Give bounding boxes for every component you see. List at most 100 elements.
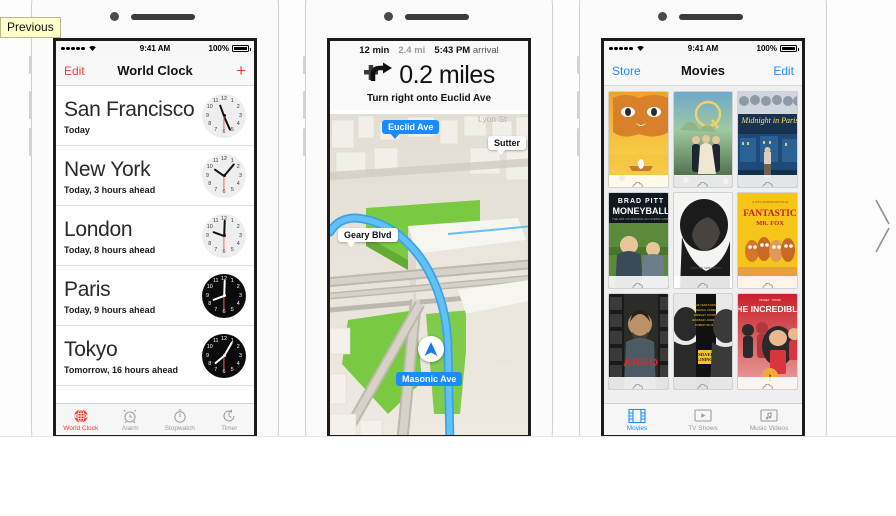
clock-numeral: 3	[239, 172, 242, 179]
navigation-arrow-icon[interactable]	[418, 336, 444, 362]
clock-city-offset: Today, 8 hours ahead	[64, 244, 156, 255]
add-clock-button[interactable]: +	[236, 62, 246, 79]
front-camera-icon	[110, 12, 119, 21]
world-clock-row[interactable]: Paris Today, 9 hours ahead 121234567891011	[56, 266, 254, 326]
store-button[interactable]: Store	[612, 64, 641, 78]
tab-music-videos[interactable]: Music Videos	[736, 408, 802, 432]
cloud-download-icon[interactable]	[697, 379, 709, 389]
movie-poster[interactable]: A WES ANDERSON FILM FANTASTIC MR. FOX	[738, 193, 797, 288]
tab-world-clock[interactable]: World Clock	[56, 408, 106, 432]
device-gallery: 9:41 AM 100% Edit World Clock + San Fran…	[0, 0, 896, 437]
clock-numeral: 7	[214, 186, 218, 193]
cloud-download-icon[interactable]	[762, 177, 774, 187]
movie-poster[interactable]: STEVEN SPIELBERG LINCOLN	[673, 193, 733, 288]
tab-alarm[interactable]: Alarm	[106, 408, 156, 432]
movie-poster[interactable]: BRAD PITT MONEYBALL THE ART OF WINNING AN …	[609, 193, 668, 288]
movie-poster[interactable]: DISNEY · PIXARTHE INCREDIBLESi	[738, 294, 797, 389]
clock-numeral: 11	[212, 338, 219, 345]
movie-poster[interactable]: ARGO	[609, 294, 668, 389]
cloud-download-icon[interactable]	[697, 177, 709, 187]
analog-clock-face: 121234567891011	[202, 93, 246, 138]
status-bar: 9:41 AM 100%	[604, 41, 802, 56]
world-clock-row[interactable]: San Francisco Today 12 1 2 3 4 5 6 7 8 9 10 11	[56, 86, 254, 146]
status-right: 100%	[756, 44, 799, 53]
svg-text:ORIGINAL COMEDY: ORIGINAL COMEDY	[693, 308, 718, 312]
cloud-download-icon[interactable]	[632, 177, 644, 187]
edit-button[interactable]: Edit	[64, 64, 85, 78]
edit-button[interactable]: Edit	[773, 63, 794, 79]
clock-numeral: 11	[212, 98, 219, 105]
device-iphone-maps: 12 min 2.4 mi 5:43 PM arrival 0.2 miles …	[303, 0, 553, 436]
stopwatch-icon	[155, 408, 205, 424]
clock-numeral: 7	[214, 366, 218, 373]
clock-city-name: San Francisco	[64, 97, 195, 121]
map-label-masonic-ave[interactable]: Masonic Ave	[396, 372, 463, 386]
clock-hand-sc	[223, 115, 225, 131]
status-bar: 9:41 AM 100%	[56, 41, 254, 56]
tab-tv-shows[interactable]: TV Shows	[670, 408, 736, 432]
tab-timer[interactable]: Timer	[205, 408, 255, 432]
svg-text:A WES ANDERSON FILM: A WES ANDERSON FILM	[752, 200, 788, 204]
map-label-sutter[interactable]: Sutter	[488, 136, 527, 155]
map-label-lyon-st: Lyon St	[478, 114, 507, 124]
clock-numeral: 8	[208, 300, 212, 307]
next-arrow-button[interactable]	[872, 196, 894, 256]
volume-down-button[interactable]	[29, 128, 32, 156]
cloud-download-icon[interactable]	[632, 278, 644, 288]
map-label-geary-blvd[interactable]: Geary Blvd	[338, 228, 398, 247]
clock-numeral: 5	[230, 246, 234, 253]
world-clock-row[interactable]: New York Today, 3 hours ahead 12 1 2 3 4 5 6 7 8 9 1…	[56, 146, 254, 206]
clock-numeral: 2	[236, 104, 240, 111]
svg-text:ARGO: ARGO	[623, 357, 658, 369]
volume-up-button[interactable]	[303, 91, 306, 119]
analog-clock-face: 121234567891011	[202, 213, 246, 258]
tv-icon	[670, 408, 736, 424]
clock-numeral: 10	[206, 344, 213, 351]
clock-numeral: 9	[206, 172, 209, 179]
page-title: World Clock	[117, 63, 193, 78]
previous-tooltip[interactable]: Previous	[0, 17, 61, 38]
battery-icon	[232, 45, 251, 52]
volume-down-button[interactable]	[303, 128, 306, 156]
silent-switch[interactable]	[29, 56, 32, 74]
device-iphone-clock: 9:41 AM 100% Edit World Clock + San Fran…	[29, 0, 279, 436]
clock-hand-sc	[223, 295, 225, 311]
tab-movies[interactable]: Movies	[604, 408, 670, 432]
silent-switch[interactable]	[303, 56, 306, 74]
eta-minutes: 12 min	[359, 45, 390, 56]
svg-text:MONEYBALL: MONEYBALL	[613, 206, 668, 216]
timer-icon	[205, 408, 255, 424]
volume-down-button[interactable]	[577, 128, 580, 156]
movie-poster[interactable]	[673, 92, 733, 187]
svg-text:BRAD PITT: BRAD PITT	[618, 198, 664, 205]
volume-up-button[interactable]	[577, 91, 580, 119]
clock-numeral: 9	[206, 292, 209, 299]
cloud-download-icon[interactable]	[697, 278, 709, 288]
cloud-download-icon[interactable]	[632, 379, 644, 389]
tab-stopwatch[interactable]: Stopwatch	[155, 408, 205, 432]
movie-poster[interactable]	[609, 92, 668, 187]
map-label-euclid-ave[interactable]: Euclid Ave	[382, 120, 440, 139]
silent-switch[interactable]	[577, 56, 580, 74]
trip-distance: 2.4 mi	[398, 45, 426, 56]
movie-poster[interactable]: Midnight in Paris	[738, 92, 797, 187]
world-clock-row[interactable]: London Today, 8 hours ahead 12123456789101…	[56, 206, 254, 266]
cloud-download-icon[interactable]	[762, 278, 774, 288]
map-canvas[interactable]: Euclid Ave Sutter Geary Blvd Masonic Ave…	[330, 114, 528, 435]
tab-label: Movies	[626, 424, 648, 432]
movie-poster[interactable]: THE YEAR’S MOST ORIGINAL COMEDY BRADLEY CO…	[673, 294, 733, 389]
world-clock-row[interactable]: TokyoTomorrow, 16 hours ahead12123456789…	[56, 326, 254, 386]
volume-up-button[interactable]	[29, 91, 32, 119]
analog-clock-face: 121234567891011	[202, 273, 246, 318]
clock-hand-sc	[223, 235, 225, 251]
clock-city-name: Paris	[64, 277, 111, 301]
cloud-download-icon[interactable]	[762, 379, 774, 389]
clock-city-name: Tokyo	[64, 337, 118, 361]
clock-numeral: 9	[206, 112, 209, 119]
tab-label: Music Videos	[749, 424, 789, 432]
world-clock-list: San Francisco Today 12 1 2 3 4 5 6 7 8 9 10 11 New Yor…	[56, 86, 254, 386]
clock-numeral: 11	[212, 158, 219, 165]
screen-clock: 9:41 AM 100% Edit World Clock + San Fran…	[53, 38, 257, 436]
battery-percent: 100%	[756, 44, 777, 53]
film-icon	[604, 408, 670, 424]
